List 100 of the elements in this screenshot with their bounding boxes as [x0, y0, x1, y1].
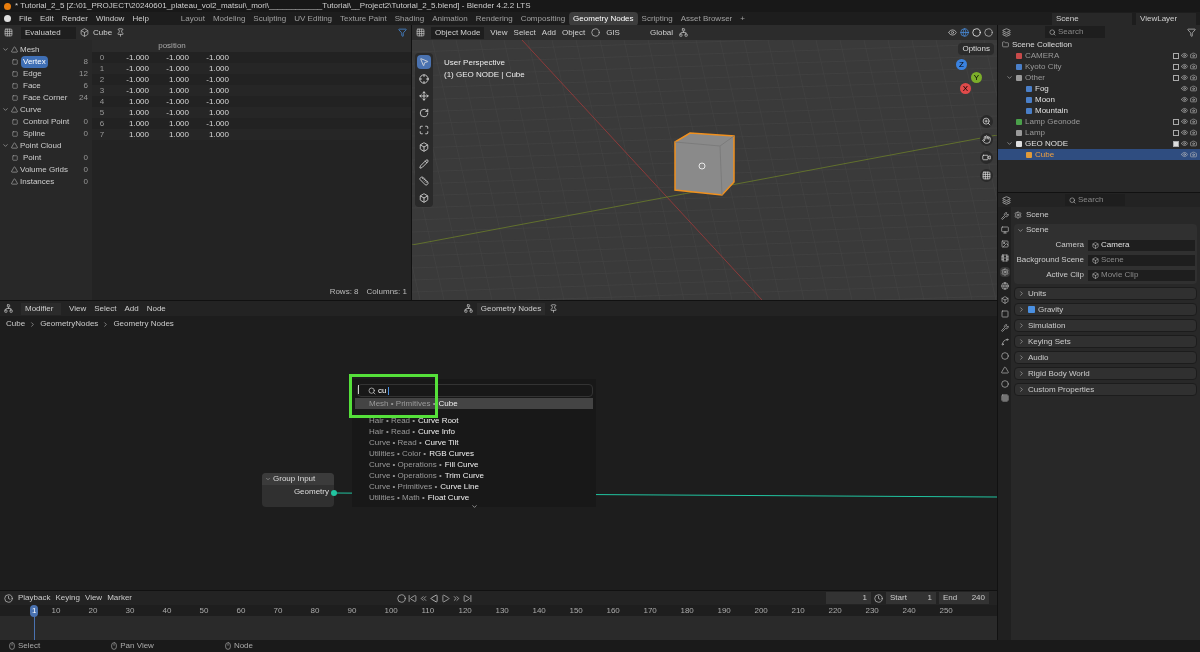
- cursor-icon[interactable]: [417, 72, 431, 86]
- outliner-row[interactable]: GEO NODE: [998, 138, 1200, 149]
- domain-item[interactable]: Face Corner: [21, 91, 70, 104]
- next-keyframe-icon[interactable]: [452, 593, 462, 603]
- jump-start-icon[interactable]: [408, 593, 418, 603]
- domain-label[interactable]: Curve: [20, 103, 42, 116]
- view-layer-field[interactable]: ViewLayer: [1136, 12, 1196, 25]
- node-tree-field[interactable]: Geometry Nodes: [476, 302, 546, 315]
- collection-icon[interactable]: [999, 295, 1010, 305]
- move-icon[interactable]: [417, 89, 431, 103]
- playhead-frame[interactable]: 1: [30, 604, 39, 617]
- outliner-row[interactable]: CAMERA: [998, 50, 1200, 61]
- previous-keyframe-icon[interactable]: [419, 593, 429, 603]
- collapsed-panel[interactable]: Rigid Body World: [1014, 367, 1197, 380]
- world-icon[interactable]: [999, 281, 1010, 291]
- current-frame-field[interactable]: 1: [826, 592, 871, 604]
- camera-icon[interactable]: [1190, 118, 1197, 125]
- add-cube-icon[interactable]: [417, 191, 431, 205]
- rotate-icon[interactable]: [417, 106, 431, 120]
- overlay-icon[interactable]: [960, 28, 969, 37]
- panel-checkbox[interactable]: [1028, 306, 1035, 313]
- property-field[interactable]: Scene: [1088, 254, 1195, 266]
- workspace-tab[interactable]: Rendering: [471, 11, 517, 26]
- domain-item[interactable]: Spline: [21, 127, 48, 140]
- workspace-tab[interactable]: Modeling: [208, 11, 250, 26]
- search-result[interactable]: Curve • Primitives • Curve Line: [355, 481, 593, 492]
- menu-item[interactable]: Object: [562, 26, 586, 39]
- gizmo-axis[interactable]: Z: [956, 59, 967, 70]
- eye-icon[interactable]: [1181, 85, 1188, 92]
- add-workspace-button[interactable]: +: [736, 12, 749, 25]
- eye-icon[interactable]: [1181, 129, 1188, 136]
- orientation-dropdown[interactable]: Global: [649, 26, 674, 39]
- modifier-icon[interactable]: [999, 323, 1010, 333]
- menu-item[interactable]: File: [19, 12, 32, 25]
- scene-field[interactable]: Scene: [1052, 12, 1132, 25]
- zoom-icon[interactable]: [980, 115, 993, 128]
- menu-item[interactable]: View: [69, 302, 87, 315]
- workspace-tab[interactable]: Asset Browser: [676, 11, 737, 26]
- editor-type-icon[interactable]: [416, 28, 425, 37]
- search-field[interactable]: cu: [357, 384, 593, 397]
- view-layer-icon[interactable]: [999, 253, 1010, 263]
- eye-icon[interactable]: [1181, 107, 1188, 114]
- scale-icon[interactable]: [417, 123, 431, 137]
- menu-item[interactable]: Render: [61, 12, 88, 25]
- eye-icon[interactable]: [1181, 118, 1188, 125]
- editor-type-icon[interactable]: [4, 28, 13, 37]
- editor-type-icon[interactable]: [1002, 195, 1011, 205]
- domain-label[interactable]: Instances: [20, 175, 55, 188]
- editor-type-icon[interactable]: [4, 593, 13, 603]
- solid-shading-icon[interactable]: [972, 28, 981, 37]
- socket-icon[interactable]: [331, 490, 337, 496]
- object-icon[interactable]: [999, 309, 1010, 319]
- record-icon[interactable]: [397, 593, 407, 603]
- camera-icon[interactable]: [1190, 74, 1197, 81]
- editor-type-icon[interactable]: [1002, 27, 1011, 37]
- search-result[interactable]: Mesh • Primitives • Cube: [355, 398, 593, 409]
- panel-title[interactable]: Scene: [1026, 224, 1049, 236]
- exclude-checkbox[interactable]: [1173, 52, 1179, 59]
- exclude-checkbox[interactable]: [1173, 140, 1179, 147]
- outliner-row[interactable]: Lamp Geonode: [998, 116, 1200, 127]
- menu-item[interactable]: View: [84, 592, 103, 604]
- menu-item[interactable]: Marker: [107, 592, 133, 604]
- menu-item[interactable]: Add: [541, 26, 557, 39]
- pin-icon[interactable]: [549, 304, 559, 313]
- camera-icon[interactable]: [1190, 151, 1197, 158]
- collapsed-panel[interactable]: Custom Properties: [1014, 383, 1197, 396]
- grid-icon[interactable]: [980, 169, 993, 182]
- search-result[interactable]: Curve • Read • Curve Tilt: [355, 437, 593, 448]
- outliner-row[interactable]: Cube: [998, 149, 1200, 160]
- breadcrumb[interactable]: Cube: [6, 318, 26, 330]
- eye-icon[interactable]: [1181, 140, 1188, 147]
- domain-label[interactable]: Volume Grids: [20, 163, 69, 176]
- collapsed-panel[interactable]: Audio: [1014, 351, 1197, 364]
- eye-icon[interactable]: [1181, 96, 1188, 103]
- collapsed-panel[interactable]: Units: [1014, 287, 1197, 300]
- gizmo-axis[interactable]: Y: [971, 72, 982, 83]
- outliner-row[interactable]: Fog: [998, 83, 1200, 94]
- breadcrumb[interactable]: Geometry Nodes: [113, 318, 174, 330]
- eye-icon[interactable]: [1181, 63, 1188, 70]
- property-field[interactable]: Camera: [1088, 239, 1195, 251]
- options-dropdown[interactable]: Options: [958, 43, 994, 55]
- exclude-checkbox[interactable]: [1173, 118, 1179, 125]
- menu-item[interactable]: Help: [132, 12, 149, 25]
- camera-view-icon[interactable]: [980, 151, 993, 164]
- search-result[interactable]: Utilities • Math • Float Curve: [355, 492, 593, 503]
- eye-icon[interactable]: [1181, 74, 1188, 81]
- menu-item[interactable]: Select: [94, 302, 117, 315]
- select-cursor-icon[interactable]: [417, 55, 431, 69]
- camera-icon[interactable]: [1190, 52, 1197, 59]
- domain-item[interactable]: Face: [21, 79, 43, 92]
- menu-item[interactable]: Node: [146, 302, 166, 315]
- collapsed-panel[interactable]: Gravity: [1014, 303, 1197, 316]
- search-result[interactable]: Hair • Read • Curve Root: [355, 415, 593, 426]
- property-field[interactable]: Movie Clip: [1088, 269, 1195, 281]
- annotate-icon[interactable]: [417, 157, 431, 171]
- end-frame-field[interactable]: End 240: [939, 592, 989, 604]
- collapsed-panel[interactable]: Keying Sets: [1014, 335, 1197, 348]
- exclude-checkbox[interactable]: [1173, 63, 1179, 70]
- tool-icon[interactable]: [999, 211, 1010, 221]
- editor-dropdown[interactable]: Modifier: [21, 302, 61, 315]
